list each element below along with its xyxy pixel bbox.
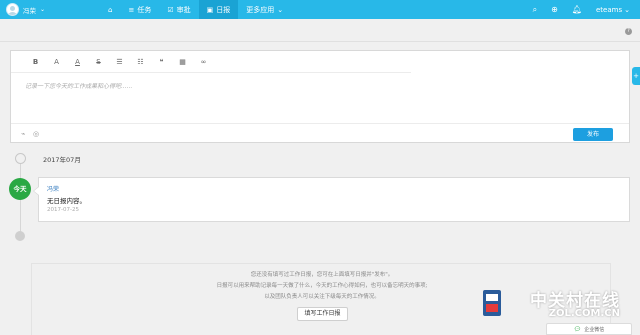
nav-approval-label: 审批 <box>176 5 191 14</box>
wechat-work-label: 企业微信 <box>584 326 605 333</box>
user-name: 冯荣 <box>23 6 36 15</box>
timeline-end-marker <box>15 231 25 241</box>
report-editor: B A A S ☰ ☷ ❝ ▦ ∞ 记录一下您今天的工作成果和心得吧......… <box>10 50 630 143</box>
attachment-icon[interactable]: ⌁ <box>21 130 25 138</box>
report-date: 2017-07-25 <box>47 207 79 213</box>
notice-line-1: 您还没有填写过工作日报，您可在上面填写日报并"发布"。 <box>250 272 394 278</box>
report-author[interactable]: 冯荣 <box>47 184 59 193</box>
top-navigation-bar: 冯荣 ⌄ ⌂ ≡ 任务 ☑ 审批 ▣ 日报 更多应用 ⌄ ⌕ ⊕ 🔔︎ etea… <box>0 0 640 19</box>
approval-icon: ☑ <box>167 5 174 14</box>
mention-icon[interactable]: ◎ <box>33 130 39 138</box>
bell-icon[interactable]: 🔔︎ <box>572 5 582 14</box>
bold-icon[interactable]: B <box>25 58 46 66</box>
chevron-down-icon: ⌄ <box>624 5 630 14</box>
search-icon[interactable]: ⌕ <box>533 5 537 15</box>
today-badge: 今天 <box>9 178 31 200</box>
font-size-icon[interactable]: A <box>46 58 67 66</box>
text-color-icon[interactable]: A <box>67 58 88 66</box>
nav-tasks-label: 任务 <box>137 5 152 14</box>
chat-icon: 💬︎ <box>573 325 582 333</box>
editor-footer: ⌁ ◎ 发布 <box>11 123 629 143</box>
timeline-month: 2017年07月 <box>43 156 81 164</box>
publish-button[interactable]: 发布 <box>573 128 613 141</box>
side-panel-toggle[interactable]: + <box>632 67 640 85</box>
nav-daily-report-label: 日报 <box>216 5 231 14</box>
avatar <box>6 3 19 16</box>
report-card: 冯荣 无日报内容。 2017-07-25 <box>33 177 630 222</box>
user-menu[interactable]: 冯荣 ⌄ <box>6 3 45 16</box>
report-input[interactable]: 记录一下您今天的工作成果和心得吧...... <box>25 81 132 90</box>
nav-more-apps-label: 更多应用 <box>246 5 275 14</box>
report-icon: ▣ <box>206 5 214 14</box>
quote-icon[interactable]: ❝ <box>151 58 172 66</box>
add-icon[interactable]: ⊕ <box>551 5 558 14</box>
editor-toolbar: B A A S ☰ ☷ ❝ ▦ ∞ <box>11 51 411 73</box>
nav-more-apps[interactable]: 更多应用 ⌄ <box>238 0 291 19</box>
nav-daily-report[interactable]: ▣ 日报 <box>198 0 239 19</box>
top-right-tools: ⌕ ⊕ 🔔︎ eteams ⌄ <box>533 0 630 19</box>
brand-menu[interactable]: eteams ⌄ <box>596 6 630 14</box>
zol-watermark: 中关村在线 ZOL.COM.CN <box>483 286 628 326</box>
link-icon[interactable]: ∞ <box>193 58 214 66</box>
watermark-en: ZOL.COM.CN <box>548 308 620 319</box>
sub-header: ? <box>0 19 640 42</box>
brand-name: eteams <box>596 5 623 14</box>
table-icon[interactable]: ▦ <box>172 58 193 66</box>
report-content: 无日报内容。 <box>47 197 86 205</box>
help-icon[interactable]: ? <box>625 28 632 35</box>
chevron-down-icon: ⌄ <box>40 6 46 13</box>
write-report-button[interactable]: 填写工作日报 <box>297 307 348 321</box>
numbered-list-icon[interactable]: ☷ <box>130 58 151 66</box>
nav-approval[interactable]: ☑ 审批 <box>159 0 198 19</box>
zol-logo-icon <box>483 290 501 316</box>
nav-tasks[interactable]: ≡ 任务 <box>120 0 159 19</box>
nav-home[interactable]: ⌂ <box>100 0 120 19</box>
list-icon: ≡ <box>128 5 135 14</box>
chevron-down-icon: ⌄ <box>277 5 284 14</box>
strikethrough-icon[interactable]: S <box>88 58 109 66</box>
home-icon: ⌂ <box>108 5 113 14</box>
bulleted-list-icon[interactable]: ☰ <box>109 58 130 66</box>
timeline-month-marker <box>15 153 26 164</box>
wechat-work-tab[interactable]: 💬︎ 企业微信 <box>546 323 632 335</box>
main-nav: ⌂ ≡ 任务 ☑ 审批 ▣ 日报 更多应用 ⌄ <box>100 0 291 19</box>
